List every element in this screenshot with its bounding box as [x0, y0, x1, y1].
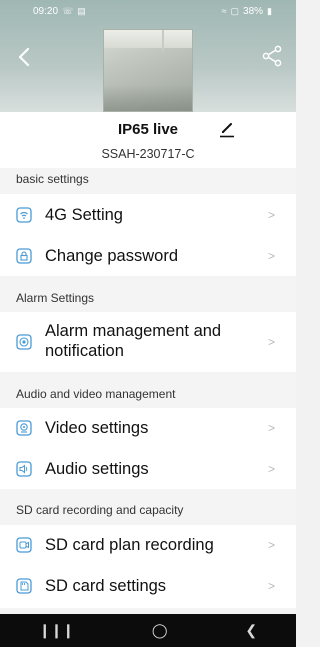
status-time: 09:20	[33, 5, 59, 17]
camera-header: 09:20 ☏ ▤ ≈ ▢ 38% ▮	[0, 0, 296, 112]
settings-item-alarm-management[interactable]: Alarm management and notification >	[0, 312, 296, 372]
settings-item-sd-plan-recording[interactable]: SD card plan recording >	[0, 525, 296, 565]
battery-icon: ▮	[267, 5, 272, 16]
speaker-icon	[16, 461, 32, 477]
sd-card-icon	[16, 578, 32, 594]
settings-list: IP65 live SSAH-230717-C basic settings 4…	[0, 112, 296, 614]
alarm-icon	[16, 334, 32, 350]
section-title-audio-video: Audio and video management	[16, 387, 176, 401]
4g-icon	[16, 207, 32, 223]
status-bar: 09:20 ☏ ▤ ≈ ▢ 38% ▮	[0, 0, 296, 22]
settings-item-label: Alarm management and notification	[45, 322, 222, 360]
settings-item-4g[interactable]: 4G Setting >	[0, 194, 296, 236]
device-info: IP65 live SSAH-230717-C	[0, 112, 296, 168]
message-icon: ▤	[77, 5, 86, 16]
section-title-basic-settings: basic settings	[16, 172, 89, 186]
webcam-icon	[16, 420, 32, 436]
chevron-right-icon: >	[268, 462, 276, 476]
settings-item-label: SD card plan recording	[45, 536, 214, 554]
settings-item-label: Audio settings	[45, 460, 149, 478]
lock-icon	[16, 248, 32, 264]
settings-item-label: Video settings	[45, 419, 149, 437]
settings-item-label: SD card settings	[45, 577, 167, 595]
wifi-icon: ≈	[221, 6, 227, 16]
sd-record-icon	[16, 537, 32, 553]
recent-apps-icon[interactable]: ❙❙❙	[39, 622, 74, 639]
section-title-sd-card: SD card recording and capacity	[16, 503, 184, 517]
chevron-right-icon: >	[268, 421, 276, 435]
home-icon[interactable]: ◯	[152, 622, 168, 639]
share-icon[interactable]	[261, 45, 283, 67]
settings-item-audio-settings[interactable]: Audio settings >	[0, 449, 296, 489]
system-navigation-bar: ❙❙❙ ◯ ❮	[0, 614, 296, 647]
back-arrow-icon[interactable]	[16, 47, 32, 67]
device-serial: SSAH-230717-C	[101, 147, 195, 161]
settings-item-video-settings[interactable]: Video settings >	[0, 408, 296, 449]
device-name: IP65 live	[117, 121, 179, 138]
battery-level: 38%	[243, 5, 264, 17]
chevron-right-icon: >	[268, 249, 276, 263]
camera-preview-thumbnail[interactable]	[103, 29, 193, 112]
back-nav-icon[interactable]: ❮	[245, 622, 257, 639]
settings-item-label: Change password	[45, 247, 178, 265]
chevron-right-icon: >	[268, 538, 276, 552]
signal-icon: ▢	[230, 5, 240, 16]
call-icon: ☏	[62, 5, 74, 16]
settings-item-change-password[interactable]: Change password >	[0, 236, 296, 276]
section-title-alarm-settings: Alarm Settings	[16, 291, 95, 305]
settings-item-label: 4G Setting	[45, 206, 123, 224]
chevron-right-icon: >	[268, 208, 276, 222]
chevron-right-icon: >	[268, 579, 276, 593]
settings-item-sd-card-settings[interactable]: SD card settings >	[0, 565, 296, 608]
chevron-right-icon: >	[268, 335, 276, 349]
edit-pencil-icon[interactable]	[219, 120, 235, 138]
